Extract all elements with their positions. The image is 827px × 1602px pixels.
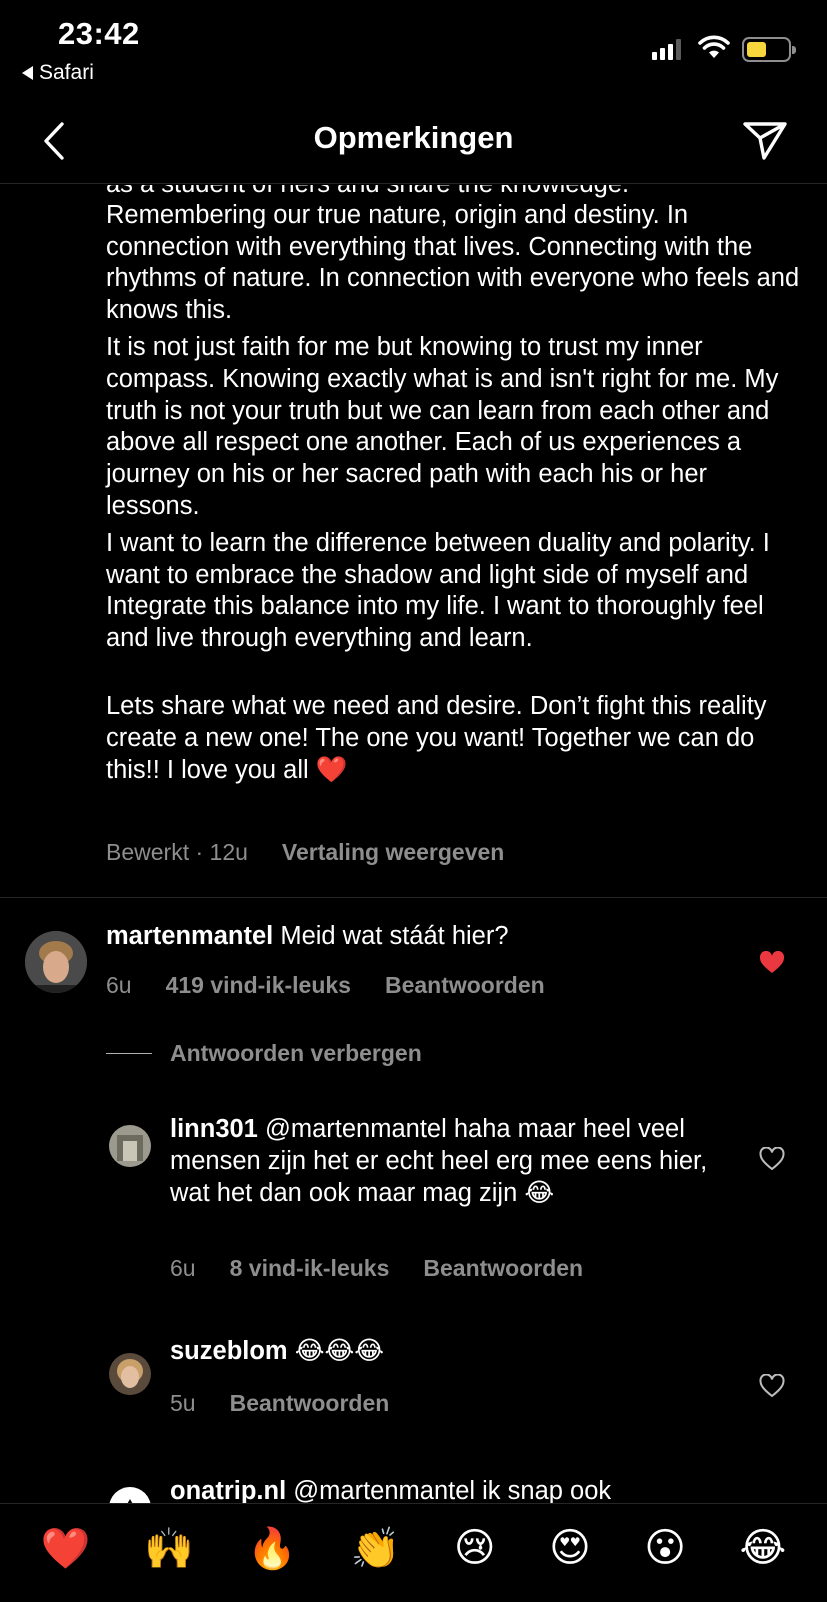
status-time: 23:42 <box>58 16 140 51</box>
heart-outline-icon[interactable] <box>759 1374 785 1398</box>
comment-text: martenmantel Meid wat stáát hier? <box>106 920 726 952</box>
hide-replies-line <box>106 1053 152 1054</box>
reaction-laughing-emoji[interactable]: 😂 <box>739 1525 786 1571</box>
caption-paragraph: I want to learn the difference between d… <box>106 528 770 653</box>
comment-meta: 6u 8 vind-ik-leuks Beantwoorden <box>170 1255 583 1282</box>
caption-cut-line: as a student of hers and share the knowl… <box>106 185 806 201</box>
avatar-face-icon <box>109 1353 151 1395</box>
hide-replies-toggle[interactable]: Antwoorden verbergen <box>106 1040 422 1067</box>
reply-button[interactable]: Beantwoorden <box>230 1390 390 1417</box>
comments-list[interactable]: as a student of hers and share the knowl… <box>0 185 827 1503</box>
mountain-logo-icon <box>127 1498 133 1503</box>
avatar-face-icon <box>25 931 87 993</box>
comment-body: 😂😂😂 <box>294 1336 385 1366</box>
comment-time: 6u <box>106 972 132 998</box>
avatar[interactable] <box>109 1487 151 1503</box>
avatar-image-icon <box>109 1125 151 1167</box>
comment-text: suzeblom 😂😂😂 <box>170 1335 730 1367</box>
comment-likes[interactable]: 8 vind-ik-leuks <box>230 1255 390 1282</box>
avatar[interactable] <box>25 931 87 993</box>
hide-replies-label: Antwoorden verbergen <box>170 1040 422 1066</box>
back-app-label: Safari <box>39 61 94 84</box>
comment-username[interactable]: onatrip.nl <box>170 1477 286 1503</box>
reaction-heart-eyes-emoji[interactable]: 😍 <box>549 1525 591 1571</box>
comment-username[interactable]: linn301 <box>170 1115 258 1143</box>
post-caption: as a student of hers and share the knowl… <box>106 185 806 791</box>
avatar[interactable] <box>109 1125 151 1167</box>
translate-link[interactable]: Vertaling weergeven <box>282 839 504 866</box>
back-to-app-link[interactable]: Safari <box>22 61 94 85</box>
caption-paragraph: Lets share what we need and desire. Don’… <box>106 691 767 784</box>
comment-body: @martenmantel ik snap ook <box>293 1477 612 1503</box>
caption-paragraph: It is not just faith for me but knowing … <box>106 332 779 520</box>
header-bar: Opmerkingen <box>0 100 827 184</box>
comment-username[interactable]: suzeblom <box>170 1337 288 1365</box>
heart-filled-icon[interactable] <box>759 951 785 975</box>
status-bar: 23:42 Safari <box>0 0 827 100</box>
heart-outline-icon[interactable] <box>759 1147 785 1171</box>
battery-icon <box>742 37 796 62</box>
reaction-clap-emoji[interactable]: 👏 <box>351 1525 401 1572</box>
comment-likes[interactable]: 419 vind-ik-leuks <box>166 972 351 999</box>
comment-username[interactable]: martenmantel <box>106 922 273 950</box>
comment-body: Meid wat stáát hier? <box>280 922 509 950</box>
comment-meta: 5u Beantwoorden <box>170 1390 389 1417</box>
back-triangle-icon <box>22 66 33 80</box>
reaction-heart-emoji[interactable]: ❤️ <box>41 1525 91 1572</box>
reaction-crying-emoji[interactable]: 😢 <box>454 1525 496 1571</box>
reply-button[interactable]: Beantwoorden <box>385 972 545 999</box>
caption-meta: Bewerkt · 12u Vertaling weergeven <box>106 839 504 866</box>
caption-paragraph: Remembering our true nature, origin and … <box>106 200 800 325</box>
page-title: Opmerkingen <box>313 120 514 155</box>
comment-text: onatrip.nl @martenmantel ik snap ook <box>170 1475 730 1503</box>
comment-text: linn301 @martenmantel haha maar heel vee… <box>170 1113 730 1209</box>
send-direct-icon[interactable] <box>740 116 790 164</box>
heart-emoji: ❤️ <box>315 754 348 785</box>
comment-meta: 6u 419 vind-ik-leuks Beantwoorden <box>106 972 545 999</box>
reaction-surprised-emoji[interactable]: 😮 <box>644 1525 686 1571</box>
avatar[interactable] <box>109 1353 151 1395</box>
reply-button[interactable]: Beantwoorden <box>423 1255 583 1282</box>
wifi-icon <box>698 35 730 58</box>
reaction-raised-hands-emoji[interactable]: 🙌 <box>144 1525 194 1572</box>
reaction-fire-emoji[interactable]: 🔥 <box>247 1525 297 1572</box>
cellular-signal-icon <box>652 38 681 60</box>
quick-reaction-bar: ❤️ 🙌 🔥 👏 😢 😍 😮 😂 <box>0 1503 827 1602</box>
divider <box>0 897 827 898</box>
comment-time: 6u <box>170 1255 196 1281</box>
caption-paragraph-last: Lets share what we need and desire. Don’… <box>106 691 806 786</box>
comment-time: 5u <box>170 1390 196 1416</box>
laugh-emoji: 😂 <box>524 1178 555 1208</box>
edited-timestamp: Bewerkt · 12u <box>106 839 248 865</box>
